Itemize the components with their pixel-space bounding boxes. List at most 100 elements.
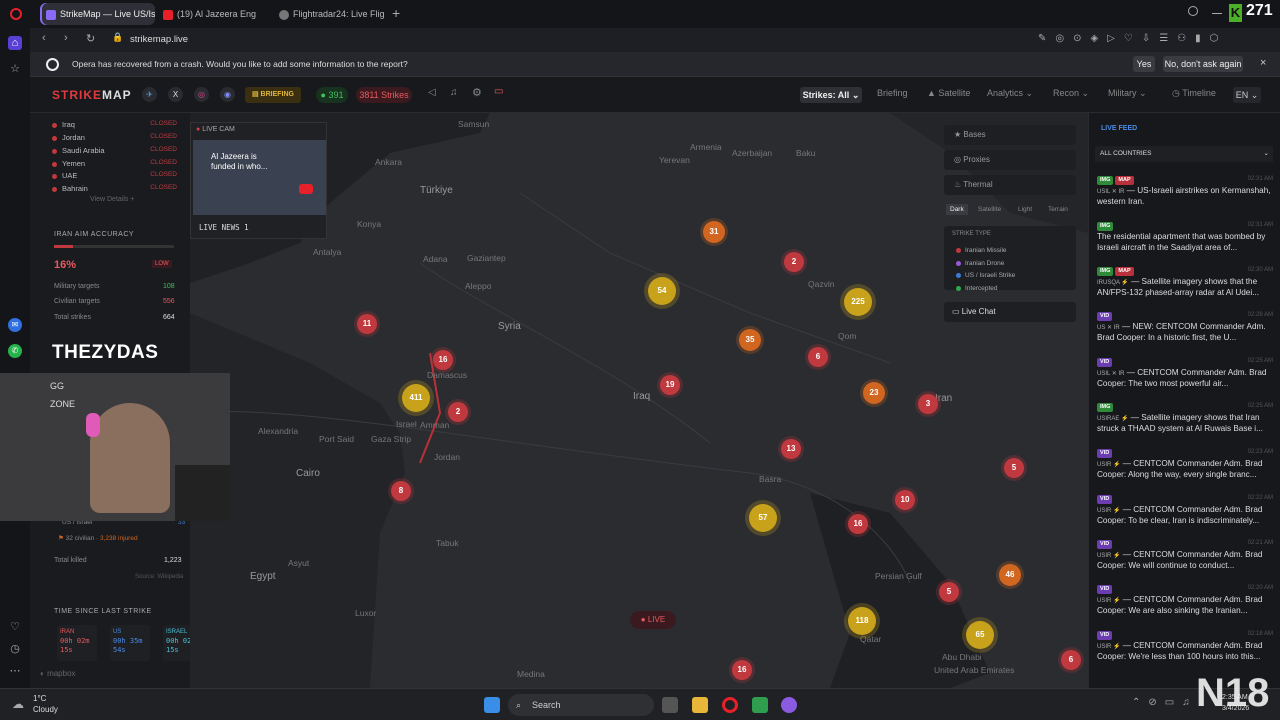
style-terrain[interactable]: Terrain xyxy=(1048,206,1068,213)
file-explorer-icon[interactable] xyxy=(692,697,708,713)
thermal-toggle[interactable]: ♨ Thermal xyxy=(944,175,1076,195)
green-count-chip[interactable]: ● 391 xyxy=(316,87,348,103)
feed-item[interactable]: VID 02:23 AM USIR ⚡ — CENTCOM Commander Ad… xyxy=(1097,447,1273,480)
minimize-icon[interactable] xyxy=(1212,13,1222,14)
search-tabs-icon[interactable] xyxy=(1188,6,1198,16)
strike-cluster[interactable]: 23 xyxy=(863,382,885,404)
strike-cluster[interactable]: 411 xyxy=(402,384,430,412)
feed-item[interactable]: VID 02:28 AM US ✕ IR — NEW: CENTCOM Comman… xyxy=(1097,310,1273,343)
tab-aljazeera[interactable]: (19) Al Jazeera Eng xyxy=(157,3,269,25)
strike-cluster[interactable]: 6 xyxy=(808,347,828,367)
nav-briefing[interactable]: Briefing xyxy=(877,88,908,98)
play-icon[interactable] xyxy=(299,184,313,194)
feed-item[interactable]: VID 02:25 AM USIL ✕ IR — CENTCOM Commander… xyxy=(1097,356,1273,389)
taskbar-search[interactable]: ⌕ Search xyxy=(508,694,654,716)
language-dropdown[interactable]: EN ⌄ xyxy=(1233,87,1261,103)
live-cam-widget[interactable]: ● LIVE CAM Al Jazeera is funded in who..… xyxy=(190,122,327,239)
task-view-icon[interactable] xyxy=(662,697,678,713)
home-icon[interactable]: ⌂ xyxy=(8,36,22,50)
country-filter-dropdown[interactable]: ALL COUNTRIES ⌄ xyxy=(1095,146,1273,162)
strike-cluster[interactable]: 31 xyxy=(703,221,725,243)
opera-logo-icon[interactable] xyxy=(10,8,22,20)
heart-icon[interactable]: ♡ xyxy=(8,620,22,634)
reload-icon[interactable]: ↻ xyxy=(86,32,95,45)
strike-cluster[interactable]: 11 xyxy=(357,314,377,334)
view-details-link[interactable]: View Details + xyxy=(90,196,134,203)
strike-cluster[interactable]: 19 xyxy=(660,375,680,395)
nav-satellite[interactable]: ▲ Satellite xyxy=(927,88,970,98)
telegram-icon[interactable]: ✈ xyxy=(142,87,157,102)
opera-taskbar-icon[interactable] xyxy=(722,697,738,713)
tab-strikemap[interactable]: StrikeMap — Live US/Israel xyxy=(40,3,155,25)
strike-cluster[interactable]: 2 xyxy=(784,252,804,272)
strike-cluster[interactable]: 3 xyxy=(918,394,938,414)
strike-cluster[interactable]: 6 xyxy=(1061,650,1081,670)
no-ask-again-button[interactable]: No, don't ask again xyxy=(1163,56,1243,72)
messenger-icon[interactable]: ✉ xyxy=(8,318,22,332)
strike-cluster[interactable]: 57 xyxy=(749,504,777,532)
whatsapp-icon[interactable]: ✆ xyxy=(8,344,22,358)
feed-item[interactable]: IMG 02:25 AM USIRAE ⚡ — Satellite imagery … xyxy=(1097,401,1273,434)
new-tab-button[interactable]: + xyxy=(392,5,400,21)
bases-toggle[interactable]: ★ Bases xyxy=(944,125,1076,145)
nav-recon[interactable]: Recon ⌄ xyxy=(1053,88,1089,99)
settings-icon[interactable]: ⚙ xyxy=(472,86,482,99)
strikes-filter-dropdown[interactable]: Strikes: All ⌄ xyxy=(800,87,862,103)
style-dark[interactable]: Dark xyxy=(946,204,968,215)
close-infobar-icon[interactable]: × xyxy=(1260,57,1266,69)
strike-cluster[interactable]: 225 xyxy=(844,288,872,316)
strike-cluster[interactable]: 10 xyxy=(895,490,915,510)
strike-count-chip[interactable]: 3811 Strikes xyxy=(356,87,412,103)
strike-map[interactable]: Samsun Ankara Türkiye Konya Antalya Adana Gazi… xyxy=(190,113,1088,688)
tray-icons[interactable]: ⌃⊘▭♫ xyxy=(1132,697,1198,708)
strike-cluster[interactable]: 16 xyxy=(732,660,752,680)
toolbar-icons[interactable]: ✎◎⊙◈▷♡⇩☰⚇▮⬡ xyxy=(1038,33,1227,44)
discord-icon[interactable]: ◉ xyxy=(220,87,235,102)
instagram-icon[interactable]: ◎ xyxy=(194,87,209,102)
strike-cluster[interactable]: 35 xyxy=(739,329,761,351)
feed-item[interactable]: IMG MAP 02:30 AM IRUSQA ⚡ — Satellite image… xyxy=(1097,265,1273,298)
tab-flightradar[interactable]: Flightradar24: Live Flight T xyxy=(273,3,385,25)
chat-icon[interactable]: ▭ xyxy=(494,86,503,97)
yes-button[interactable]: Yes xyxy=(1133,56,1155,72)
x-icon[interactable]: X xyxy=(168,87,183,102)
app-green-icon[interactable] xyxy=(752,697,768,713)
strike-cluster[interactable]: 16 xyxy=(848,514,868,534)
strike-cluster[interactable]: 5 xyxy=(1004,458,1024,478)
logo[interactable]: STRIKEMAP xyxy=(52,88,132,102)
map-style-switcher[interactable]: Dark Satellite Light Terrain xyxy=(944,201,1076,219)
strike-cluster[interactable]: 13 xyxy=(781,439,801,459)
strike-cluster[interactable]: 8 xyxy=(391,481,411,501)
more-icon[interactable]: ⋯ xyxy=(8,664,22,678)
strike-cluster[interactable]: 2 xyxy=(448,402,468,422)
mute-icon[interactable]: ◁ xyxy=(428,87,436,98)
history-icon[interactable]: ◷ xyxy=(8,642,22,656)
back-icon[interactable]: ‹ xyxy=(42,32,46,44)
forward-icon[interactable]: › xyxy=(64,32,68,44)
proxies-toggle[interactable]: ◎ Proxies xyxy=(944,150,1076,170)
nav-analytics[interactable]: Analytics ⌄ xyxy=(987,88,1033,99)
video-thumbnail[interactable]: Al Jazeera is funded in who... xyxy=(193,140,326,215)
star-icon[interactable]: ☆ xyxy=(8,62,22,76)
feed-item[interactable]: VID 02:22 AM USIR ⚡ — CENTCOM Commander Ad… xyxy=(1097,493,1273,526)
briefing-chip[interactable]: ▤ BRIEFING xyxy=(245,87,301,103)
app-purple-icon[interactable] xyxy=(781,697,797,713)
feed-item[interactable]: VID 02:20 AM USIR ⚡ — CENTCOM Commander Ad… xyxy=(1097,583,1273,616)
live-chat-button[interactable]: ▭ Live Chat xyxy=(944,302,1076,322)
strike-cluster[interactable]: 65 xyxy=(966,621,994,649)
strike-cluster[interactable]: 54 xyxy=(648,277,676,305)
strike-cluster[interactable]: 118 xyxy=(848,607,876,635)
url-field[interactable]: strikemap.live xyxy=(130,34,188,45)
bell-icon[interactable]: ♫ xyxy=(450,87,458,98)
feed-item[interactable]: IMG MAP 02:31 AM USIL ✕ IR — US-Israeli air… xyxy=(1097,174,1273,207)
strike-cluster[interactable]: 16 xyxy=(433,350,453,370)
strike-cluster[interactable]: 5 xyxy=(939,582,959,602)
nav-timeline[interactable]: ◷ Timeline xyxy=(1172,88,1216,99)
strike-cluster[interactable]: 46 xyxy=(999,564,1021,586)
feed-item[interactable]: VID 02:21 AM USIR ⚡ — CENTCOM Commander Ad… xyxy=(1097,538,1273,571)
feed-item[interactable]: IMG 02:31 AM The residential apartment th… xyxy=(1097,220,1273,253)
style-satellite[interactable]: Satellite xyxy=(978,206,1001,213)
feed-item[interactable]: VID 02:18 AM USIR ⚡ — CENTCOM Commander Ad… xyxy=(1097,629,1273,662)
start-icon[interactable] xyxy=(484,697,500,713)
style-light[interactable]: Light xyxy=(1018,206,1032,213)
